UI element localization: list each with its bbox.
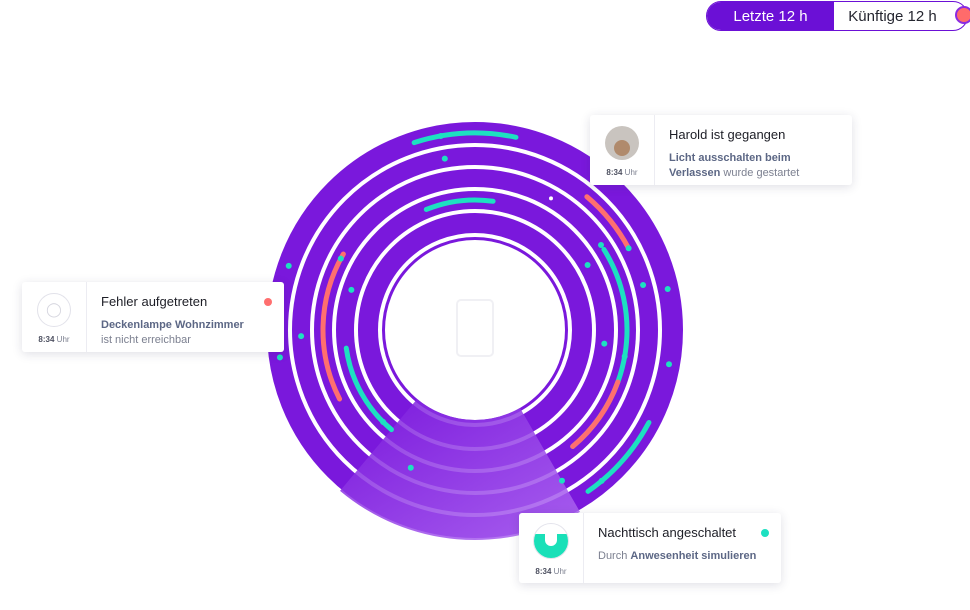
ring-separator: [378, 233, 572, 427]
event-title: Fehler aufgetreten: [101, 294, 208, 309]
event-title: Nachttisch angeschaltet: [598, 525, 737, 540]
event-dot: [285, 262, 292, 269]
event-dot: [337, 255, 344, 262]
event-dot: [598, 242, 605, 249]
event-dot: [664, 286, 671, 293]
event-description: Licht ausschalten beim Verlassen wurde g…: [669, 152, 800, 179]
event-dot: [441, 155, 448, 162]
event-card-error[interactable]: ◯ 8:34 Uhr Fehler aufgetreten Deckenlamp…: [22, 282, 284, 352]
event-time: 8:34 Uhr: [606, 167, 638, 177]
event-card-nachttisch[interactable]: 8:34 Uhr Nachttisch angeschaltet Durch A…: [519, 513, 781, 583]
event-description: Deckenlampe Wohnzimmer ist nicht erreichb…: [101, 319, 244, 346]
event-dot: [666, 361, 673, 368]
event-dot: [559, 477, 565, 484]
event-dot: [621, 353, 628, 360]
event-dot: [348, 286, 355, 293]
event-card-left: 8:34 Uhr: [519, 513, 584, 583]
event-dot: [380, 418, 387, 425]
event-dot: [598, 477, 605, 484]
active-status-dot: [761, 529, 769, 537]
event-title: Harold ist gegangen: [669, 127, 786, 142]
event-dot: [407, 464, 414, 471]
event-dot: [640, 281, 647, 288]
lightbulb-icon: ◯: [37, 292, 71, 327]
event-card-left: ◯ 8:34 Uhr: [22, 282, 87, 352]
event-dot: [276, 354, 283, 361]
event-time: 8:34 Uhr: [38, 334, 70, 344]
event-dot: [437, 132, 444, 139]
ring-separator: [354, 209, 596, 451]
user-avatar: [605, 125, 639, 160]
now-dot: [549, 196, 553, 201]
event-card-left: 8:34 Uhr: [590, 115, 655, 185]
event-description: Durch Anwesenheit simulieren: [598, 550, 757, 562]
event-card-harold[interactable]: 8:34 Uhr Harold ist gegangen Licht aussc…: [590, 115, 852, 185]
event-time: 8:34 Uhr: [535, 566, 567, 576]
lamp-icon: [533, 522, 569, 559]
event-dot: [584, 262, 591, 268]
error-status-dot: [264, 298, 272, 306]
door-icon: [456, 299, 494, 357]
event-dot: [601, 340, 608, 347]
event-dot: [625, 245, 632, 252]
event-dot: [298, 333, 305, 340]
